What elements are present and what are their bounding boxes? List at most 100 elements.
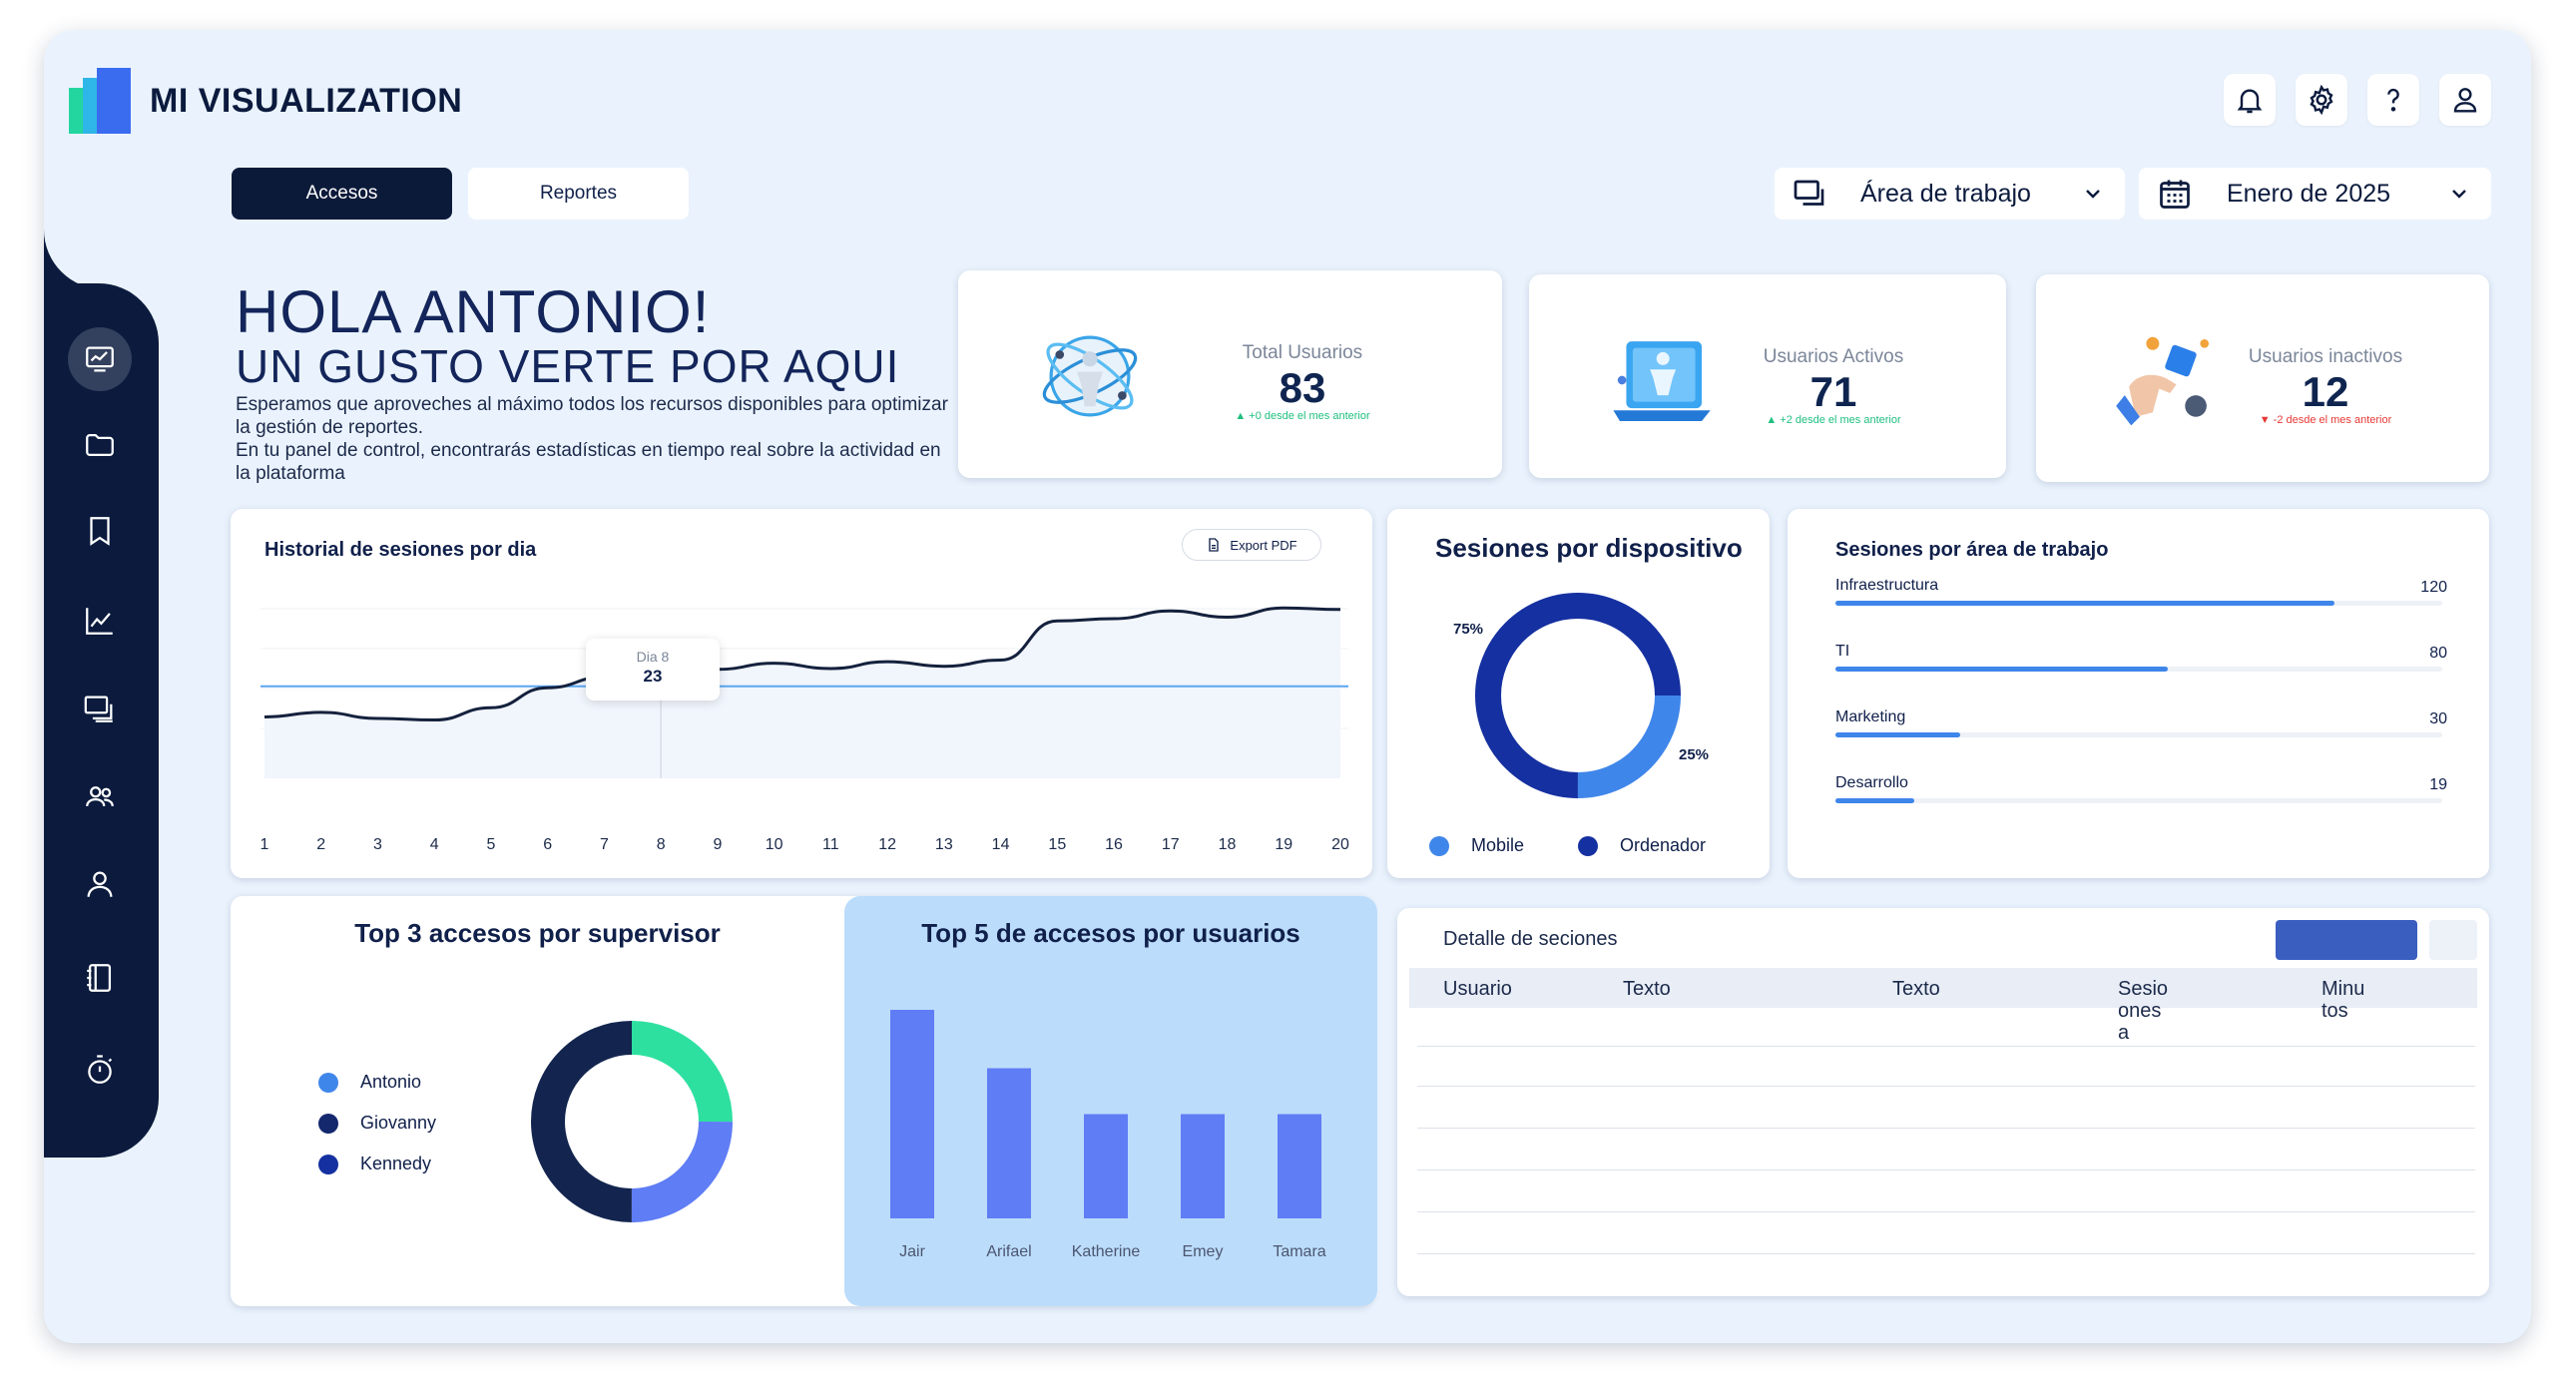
legend-label: Ordenador bbox=[1620, 835, 1707, 855]
x-tick-label: 7 bbox=[599, 836, 609, 853]
col-texto-1: Texto bbox=[1623, 978, 1671, 1000]
chevron-down-icon bbox=[2086, 190, 2100, 199]
bar-label: Tamara bbox=[1273, 1243, 1326, 1260]
calendar-icon bbox=[2160, 180, 2190, 209]
sidebar-item-users[interactable] bbox=[68, 764, 132, 828]
top-users-panel: Top 5 de accesos por usuarios Jair Arifae… bbox=[844, 896, 1377, 1306]
bar bbox=[1278, 1114, 1321, 1218]
sidebar-item-timer[interactable] bbox=[68, 1038, 132, 1102]
export-pdf-label: Export PDF bbox=[1230, 537, 1297, 553]
device-pct-label: 25% bbox=[1679, 746, 1710, 763]
chart-line-icon bbox=[86, 608, 113, 635]
tooltip-label: Dia 8 bbox=[636, 649, 670, 665]
x-tick-label: 18 bbox=[1218, 836, 1237, 853]
stat-card-total-users: Total Usuarios 83 ▲ +0 desde el mes ante… bbox=[958, 270, 1502, 478]
x-tick-label: 14 bbox=[991, 836, 1010, 853]
sidebar-item-dashboard[interactable] bbox=[68, 327, 132, 391]
legend-kennedy: Kennedy bbox=[318, 1154, 431, 1174]
bar bbox=[1084, 1114, 1128, 1218]
x-tick-label: 4 bbox=[429, 836, 439, 853]
profile-button[interactable] bbox=[2439, 74, 2491, 126]
col-texto-2: Texto bbox=[1892, 978, 1940, 1000]
legend-dot bbox=[318, 1072, 338, 1093]
bar-label: Jair bbox=[899, 1243, 925, 1260]
area-bar bbox=[1835, 601, 2334, 606]
date-select[interactable]: Enero de 2025 bbox=[2139, 168, 2491, 220]
gear-icon bbox=[2310, 84, 2333, 116]
devices-card: Sesiones por dispositivo 75% 25% Mobile … bbox=[1387, 509, 1770, 878]
x-tick-label: 2 bbox=[316, 836, 326, 853]
stat-label: Usuarios inactivos bbox=[2248, 346, 2403, 367]
tooltip-value: 23 bbox=[643, 667, 663, 686]
areas-card: Sesiones por área de trabajo Infraestruc… bbox=[1788, 509, 2489, 878]
bar bbox=[890, 1010, 934, 1218]
supervisors-title: Top 3 accesos por supervisor bbox=[354, 918, 721, 948]
table-row bbox=[1417, 1046, 2475, 1047]
area-bar bbox=[1835, 732, 1960, 737]
x-tick-label: 6 bbox=[543, 836, 553, 853]
sidebar-item-folder[interactable] bbox=[68, 413, 132, 477]
sidebar-item-bookmark[interactable] bbox=[68, 499, 132, 563]
file-icon bbox=[1209, 538, 1220, 552]
chevron-down-icon bbox=[2452, 190, 2466, 199]
logo bbox=[69, 68, 131, 134]
sidebar-cap bbox=[44, 230, 159, 289]
greeting-subtitle: UN GUSTO VERTE POR AQUI bbox=[236, 340, 900, 392]
stat-card-inactive-users: Usuarios inactivos 12 ▼ -2 desde el mes … bbox=[2036, 274, 2489, 482]
workspace-select[interactable]: Área de trabajo bbox=[1775, 168, 2125, 220]
settings-button[interactable] bbox=[2296, 74, 2347, 126]
tab-accesos[interactable]: Accesos bbox=[232, 168, 452, 220]
devices-donut bbox=[1475, 593, 1681, 798]
legend-dot bbox=[318, 1113, 338, 1134]
greeting-text-1: Esperamos que aproveches al máximo todos… bbox=[236, 394, 948, 438]
x-tick-label: 16 bbox=[1105, 836, 1123, 853]
stat-value: 83 bbox=[1279, 364, 1326, 411]
stat-label: Total Usuarios bbox=[1242, 342, 1363, 363]
area-row-value: 80 bbox=[2429, 645, 2447, 662]
area-row-label: Infraestructura bbox=[1835, 577, 1939, 594]
sidebar-item-analytics[interactable] bbox=[68, 589, 132, 653]
sessions-detail-title: Detalle de seciones bbox=[1443, 928, 1618, 950]
tab-reportes[interactable]: Reportes bbox=[468, 168, 689, 220]
line-tooltip: Dia 8 23 bbox=[586, 639, 720, 700]
area-bar-track bbox=[1835, 732, 2442, 737]
export-pdf-button[interactable]: Export PDF bbox=[1182, 529, 1321, 561]
timer-icon bbox=[88, 1055, 113, 1084]
sessions-detail-card: Detalle de seciones Usuario Texto Texto … bbox=[1397, 908, 2489, 1296]
help-button[interactable] bbox=[2367, 74, 2419, 126]
notifications-button[interactable] bbox=[2224, 74, 2276, 126]
help-icon bbox=[2387, 88, 2399, 112]
areas-title: Sesiones por área de trabajo bbox=[1835, 539, 2109, 561]
stat-card-active-users: Usuarios Activos 71 ▲ +2 desde el mes an… bbox=[1529, 274, 2006, 478]
devices-title: Sesiones por dispositivo bbox=[1435, 533, 1743, 563]
legend-dot bbox=[1429, 835, 1449, 856]
date-select-value: Enero de 2025 bbox=[2227, 179, 2391, 208]
app-window: MI VISUALIZATION Accesos Reportes Área d… bbox=[44, 30, 2531, 1343]
sessions-history-title: Historial de sesiones por dia bbox=[264, 539, 537, 561]
line-area-fill bbox=[264, 608, 1340, 778]
workspace-select-value: Área de trabajo bbox=[1860, 179, 2031, 208]
secondary-action-button[interactable] bbox=[2429, 920, 2477, 960]
area-row-label: Marketing bbox=[1835, 708, 1906, 725]
x-tick-label: 12 bbox=[878, 836, 896, 853]
sidebar-item-profile[interactable] bbox=[68, 852, 132, 916]
device-pct-label: 75% bbox=[1453, 621, 1484, 638]
area-bar-track bbox=[1835, 667, 2442, 672]
x-tick-label: 13 bbox=[934, 836, 953, 853]
greeting-text-2: En tu panel de control, encontrarás esta… bbox=[236, 440, 941, 484]
area-bar bbox=[1835, 667, 2169, 672]
notebook-icon bbox=[87, 964, 112, 992]
bar bbox=[1181, 1114, 1225, 1218]
primary-action-button[interactable] bbox=[2276, 920, 2417, 960]
sidebar-item-notebook[interactable] bbox=[68, 946, 132, 1010]
x-tick-label: 8 bbox=[656, 836, 666, 853]
x-tick-label: 19 bbox=[1275, 836, 1293, 853]
sidebar bbox=[44, 283, 159, 1158]
col-usuario: Usuario bbox=[1443, 978, 1512, 1000]
table-row bbox=[1417, 1211, 2475, 1212]
area-row-value: 120 bbox=[2420, 579, 2447, 596]
sidebar-item-screens[interactable] bbox=[68, 677, 132, 740]
top-toolbar bbox=[2224, 74, 2491, 126]
globe-person-illustration bbox=[1042, 335, 1138, 417]
supervisors-users-card: Top 3 accesos por supervisor Antonio Gio… bbox=[231, 896, 1377, 1306]
